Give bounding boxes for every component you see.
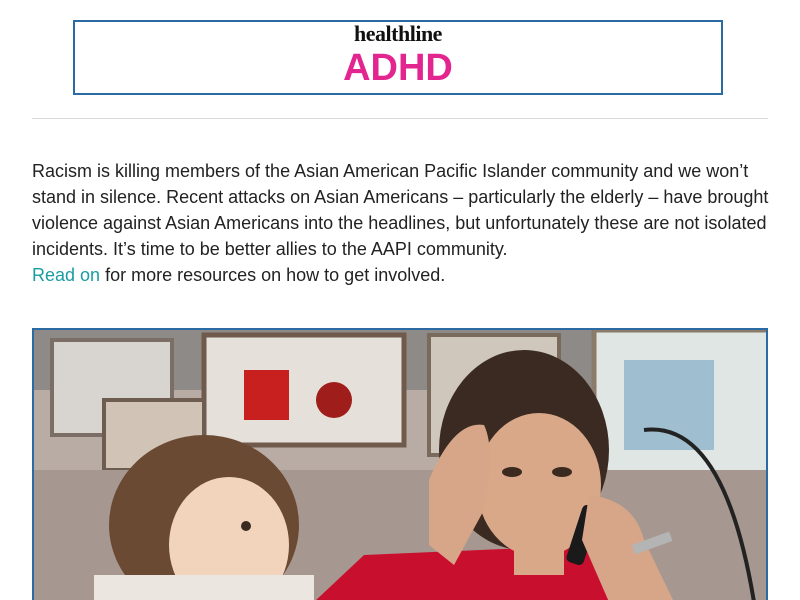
- intro-text: Racism is killing members of the Asian A…: [32, 161, 769, 259]
- newsletter-title: ADHD: [343, 47, 453, 89]
- read-on-link[interactable]: Read on: [32, 265, 100, 285]
- hero-photo-illustration: [34, 330, 766, 600]
- healthline-logo[interactable]: healthline: [75, 22, 721, 46]
- intro-paragraph: Racism is killing members of the Asian A…: [32, 158, 772, 288]
- intro-after-link: for more resources on how to get involve…: [105, 265, 446, 285]
- hero-image[interactable]: [32, 328, 768, 600]
- newsletter-header: healthline ADHD: [73, 20, 723, 95]
- header-divider: [32, 118, 768, 119]
